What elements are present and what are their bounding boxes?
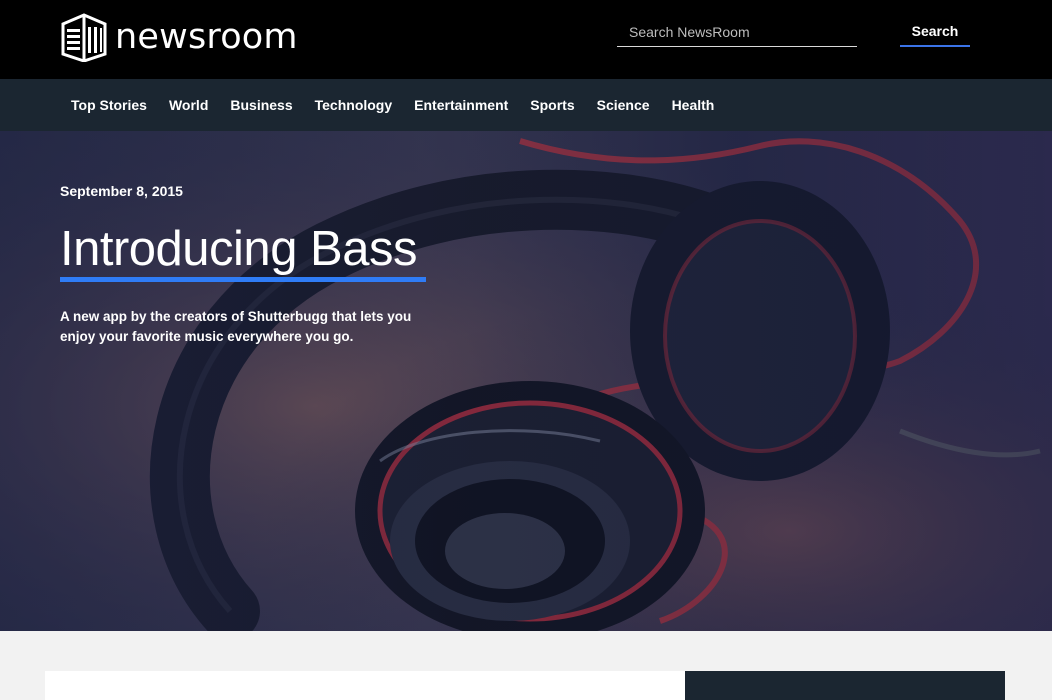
hero-overlay [0,131,1052,631]
nav-item-top-stories[interactable]: Top Stories [71,97,147,113]
article-date: September 8, 2015 [60,183,183,199]
brand-name: newsroom [115,17,298,57]
nav-list: Top Stories World Business Technology En… [71,79,736,131]
nav-item-world[interactable]: World [169,97,208,113]
nav-item-business[interactable]: Business [230,97,292,113]
nav-item-entertainment[interactable]: Entertainment [414,97,508,113]
sidebar-panel [685,671,1005,700]
search-button[interactable]: Search [900,17,970,47]
search-input[interactable] [617,17,857,47]
article-summary: A new app by the creators of Shutterbugg… [60,309,412,344]
building-logo-icon [61,13,107,62]
nav-item-health[interactable]: Health [672,97,715,113]
nav-item-technology[interactable]: Technology [315,97,393,113]
category-nav: Top Stories World Business Technology En… [0,79,1052,131]
content-card [45,671,685,700]
title-underline [60,277,426,282]
nav-item-sports[interactable]: Sports [530,97,574,113]
hero-banner[interactable]: September 8, 2015 Introducing Bass A new… [0,131,1052,631]
article-title[interactable]: Introducing Bass [60,221,418,277]
brand-logo[interactable]: newsroom [59,12,298,62]
site-header: newsroom Search [0,0,1052,79]
nav-item-science[interactable]: Science [597,97,650,113]
